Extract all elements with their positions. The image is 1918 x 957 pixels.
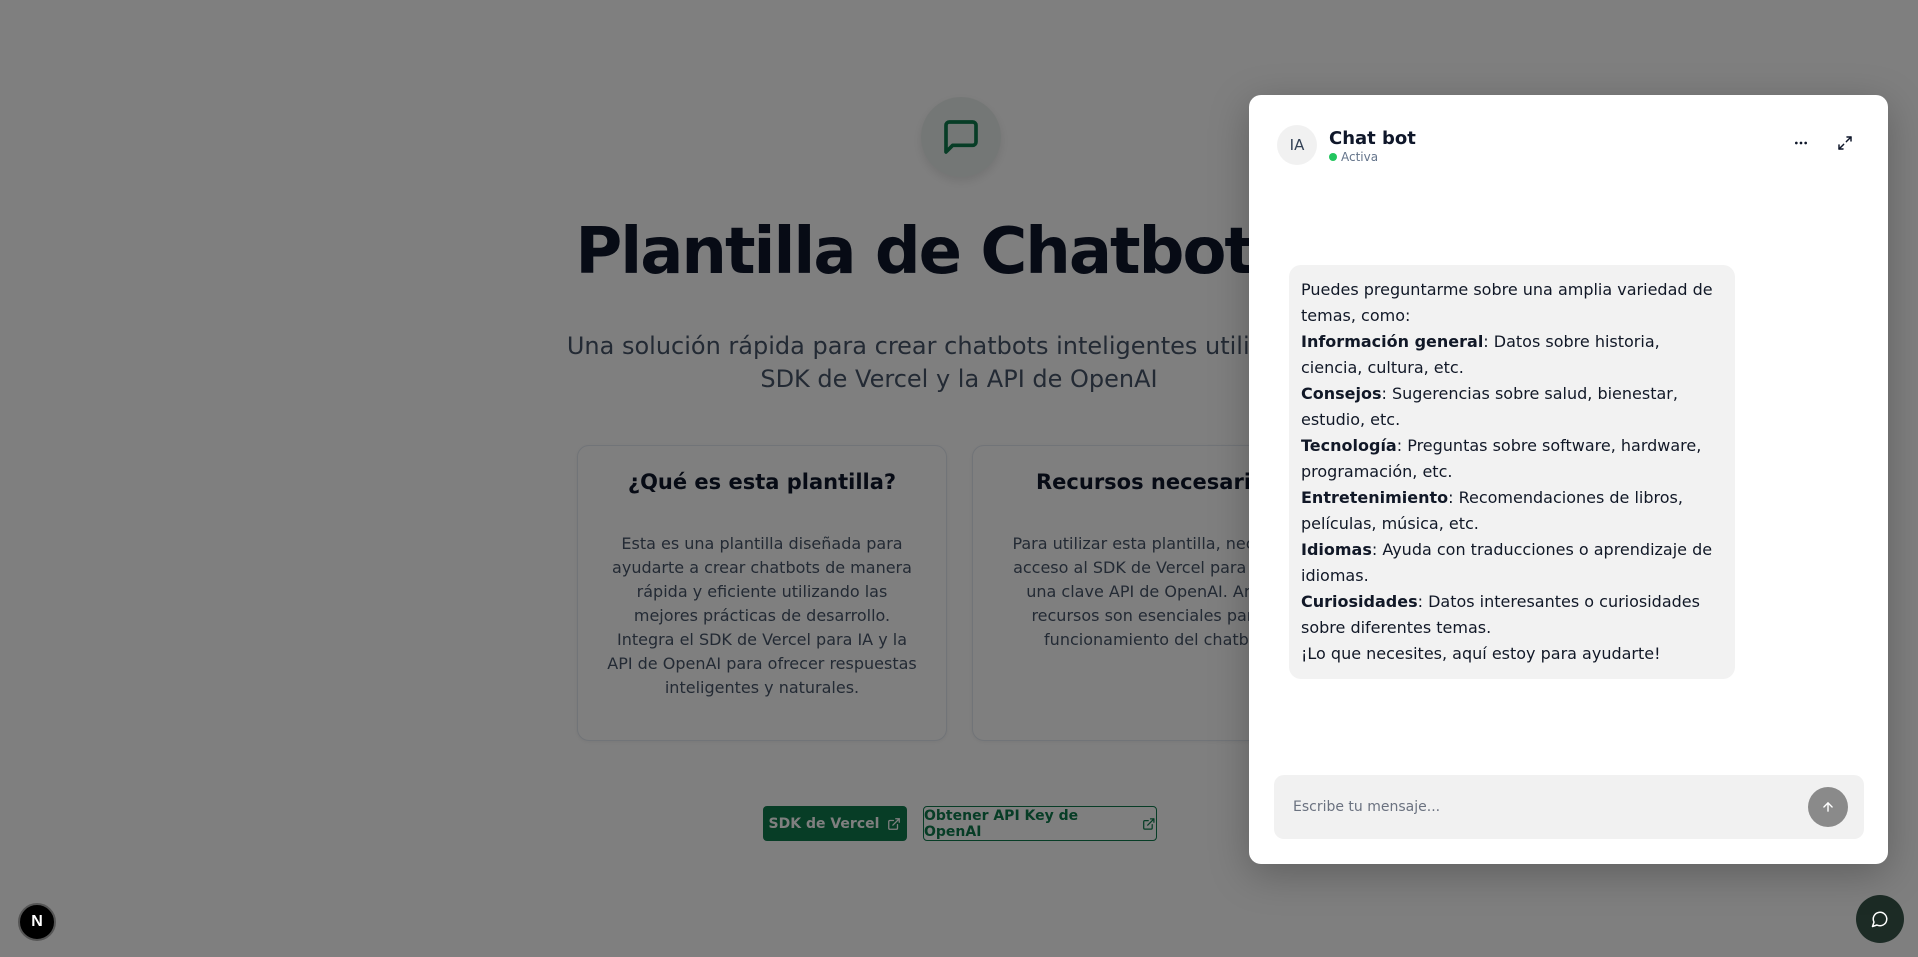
message-input[interactable] <box>1293 791 1793 823</box>
message-list-item: Entretenimiento: Recomendaciones de libr… <box>1301 485 1723 537</box>
item-label: Consejos <box>1301 384 1382 403</box>
item-label: Curiosidades <box>1301 592 1418 611</box>
message-composer <box>1274 775 1864 839</box>
more-horizontal-icon <box>1795 141 1807 145</box>
message-list-item: Consejos: Sugerencias sobre salud, biene… <box>1301 381 1723 433</box>
expand-chat-button[interactable] <box>1832 130 1858 156</box>
message-intro-line: temas, como: <box>1301 306 1411 325</box>
chat-panel: IA Chat bot Activa Puedes preguntarme so… <box>1249 95 1888 864</box>
maximize-icon <box>1838 136 1852 150</box>
bot-avatar: IA <box>1277 125 1317 165</box>
chat-status-label: Activa <box>1341 150 1379 164</box>
item-label: Idiomas <box>1301 540 1372 559</box>
item-label: Entretenimiento <box>1301 488 1449 507</box>
send-button[interactable] <box>1808 787 1848 827</box>
chat-status: Activa <box>1329 150 1378 164</box>
nextjs-dev-badge[interactable]: N <box>18 903 56 941</box>
arrow-up-icon <box>1823 802 1833 812</box>
message-list-item: Tecnología: Preguntas sobre software, ha… <box>1301 433 1723 485</box>
item-label: Información general <box>1301 332 1484 351</box>
message-list-item: Curiosidades: Datos interesantes o curio… <box>1301 589 1723 641</box>
status-dot <box>1329 153 1337 161</box>
message-circle-icon <box>1871 911 1888 928</box>
chat-toggle-button[interactable] <box>1856 895 1904 943</box>
chat-title: Chat bot <box>1329 128 1416 149</box>
more-options-button[interactable] <box>1788 130 1814 156</box>
message-list-item: Información general: Datos sobre histori… <box>1301 329 1723 381</box>
message-outro-line: ¡Lo que necesites, aquí estoy para ayuda… <box>1301 644 1661 663</box>
message-list-item: Idiomas: Ayuda con traducciones o aprend… <box>1301 537 1723 589</box>
message-intro-line: Puedes preguntarme sobre una amplia vari… <box>1301 280 1713 299</box>
bot-message-bubble: Puedes preguntarme sobre una amplia vari… <box>1289 265 1735 679</box>
item-label: Tecnología <box>1301 436 1397 455</box>
